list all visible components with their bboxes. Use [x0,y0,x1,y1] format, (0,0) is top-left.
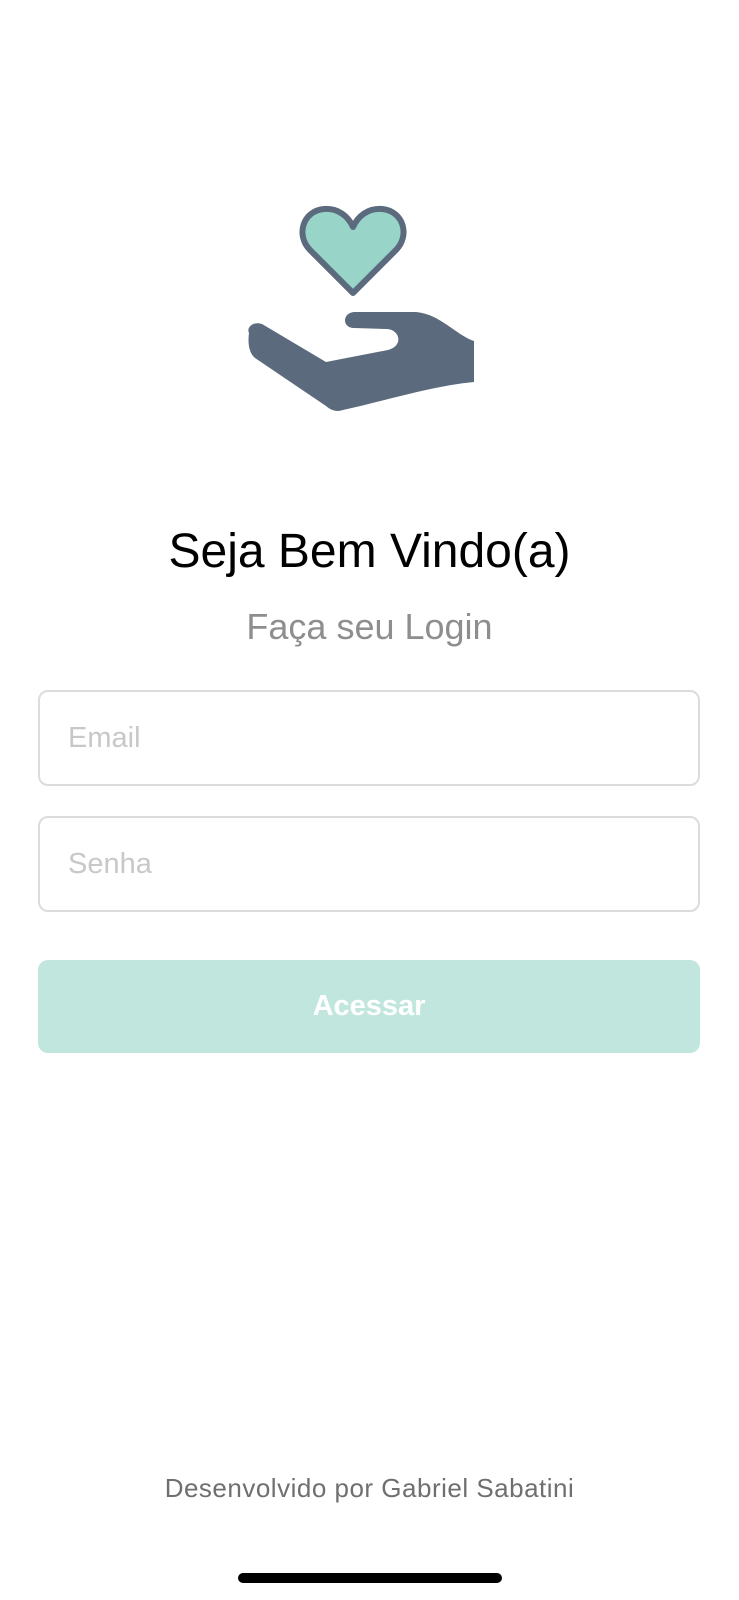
page-subtitle: Faça seu Login [246,606,493,647]
developer-credit: Desenvolvido por Gabriel Sabatini [164,1473,575,1503]
hand-holding-heart-icon [240,195,495,435]
login-button[interactable]: Acessar [38,960,700,1053]
hand-icon [248,312,474,411]
home-indicator[interactable] [238,1573,502,1583]
email-field[interactable] [38,690,700,786]
password-field[interactable] [38,816,700,912]
page-title: Seja Bem Vindo(a) [168,525,571,578]
heart-icon [299,205,407,296]
